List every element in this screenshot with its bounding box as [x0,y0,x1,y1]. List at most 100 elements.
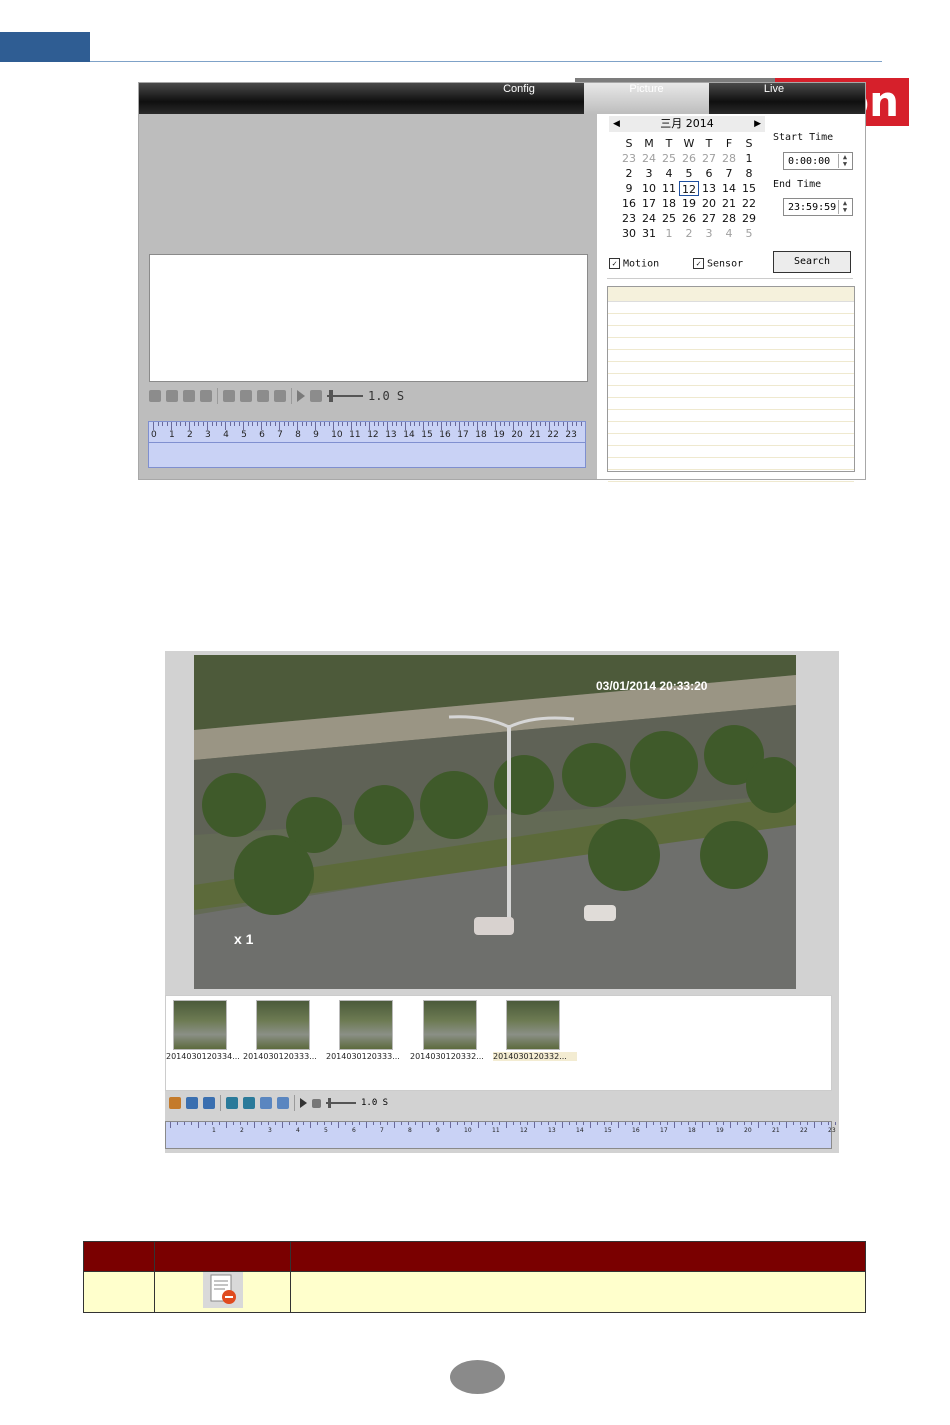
thumbnail[interactable] [256,1000,310,1050]
calendar-day[interactable]: 24 [639,151,659,166]
result-row[interactable] [608,350,854,362]
thumbnail[interactable] [423,1000,477,1050]
zoom-out-icon[interactable] [277,1097,289,1109]
calendar-day[interactable]: 1 [739,151,759,166]
calendar-day[interactable]: 2 [679,226,699,241]
calendar-day[interactable]: 5 [679,166,699,181]
result-row[interactable] [608,434,854,446]
calendar-day[interactable]: 23 [619,211,639,226]
calendar-day[interactable]: 14 [719,181,739,196]
video-frame[interactable]: 03/01/2014 20:33:20 x 1 [194,655,796,989]
zoom-in-icon[interactable] [260,1097,272,1109]
save-icon[interactable] [183,390,195,402]
zoom-in-icon[interactable] [257,390,269,402]
result-row[interactable] [608,446,854,458]
next-month-icon[interactable]: ▶ [754,116,761,132]
calendar-day[interactable]: 22 [739,196,759,211]
start-time-field[interactable]: 0:00:00 ▲ ▼ [783,152,853,170]
delete-icon[interactable] [169,1097,181,1109]
result-row[interactable] [608,374,854,386]
calendar-day[interactable]: 30 [619,226,639,241]
tab-live[interactable]: Live [719,83,829,114]
calendar-day[interactable]: 21 [719,196,739,211]
calendar-day[interactable]: 5 [739,226,759,241]
save-icon[interactable] [186,1097,198,1109]
result-row[interactable] [608,410,854,422]
thumbnail[interactable] [173,1000,227,1050]
calendar-day[interactable]: 11 [659,181,679,196]
copy-icon[interactable] [149,390,161,402]
speed-slider[interactable] [327,390,363,402]
calendar-day[interactable]: 27 [699,211,719,226]
calendar-day[interactable]: 31 [639,226,659,241]
calendar-day[interactable]: 12 [679,181,699,196]
spin-icon[interactable]: ▲ ▼ [838,200,851,214]
play-icon[interactable] [297,390,305,402]
timeline-2[interactable]: 1 2 3 4 5 6 7 8 9 10 11 12 13 14 15 16 17 18 19 20 21 22 23 [165,1121,836,1149]
prev-month-icon[interactable]: ◀ [613,116,620,132]
end-time-field[interactable]: 23:59:59 ▲ ▼ [783,198,853,216]
calendar-day[interactable]: 28 [719,211,739,226]
sensor-checkbox[interactable]: ✓ Sensor [693,258,743,270]
calendar-day[interactable]: 8 [739,166,759,181]
calendar-day[interactable]: 19 [679,196,699,211]
calendar-day[interactable]: 18 [659,196,679,211]
fullscreen-icon[interactable] [223,390,235,402]
fullscreen-icon[interactable] [226,1097,238,1109]
calendar-day[interactable]: 25 [659,211,679,226]
result-row[interactable] [608,386,854,398]
calendar-day[interactable]: 20 [699,196,719,211]
spin-icon[interactable]: ▲ ▼ [838,154,851,168]
stop-icon[interactable] [310,390,322,402]
zoom-out-icon[interactable] [274,390,286,402]
speed-slider[interactable] [326,1098,356,1108]
calendar-day[interactable]: 25 [659,151,679,166]
result-row[interactable] [608,302,854,314]
rotate-icon[interactable] [243,1097,255,1109]
result-row[interactable] [608,338,854,350]
calendar-day[interactable]: 1 [659,226,679,241]
calendar-day[interactable]: 4 [719,226,739,241]
calendar-day[interactable]: 26 [679,151,699,166]
timeline[interactable]: 0 1 2 3 4 5 6 7 8 9 10 11 12 13 14 15 16 17 18 19 20 21 22 23 [148,421,586,468]
calendar-day[interactable]: 28 [719,151,739,166]
calendar-day[interactable]: 27 [699,151,719,166]
result-row[interactable] [608,398,854,410]
result-row[interactable] [608,458,854,470]
calendar-day[interactable]: 13 [699,181,719,196]
calendar-day[interactable]: 3 [699,226,719,241]
result-row[interactable] [608,326,854,338]
calendar-day[interactable]: 2 [619,166,639,181]
checkbox-icon[interactable]: ✓ [693,258,704,269]
calendar-day[interactable]: 4 [659,166,679,181]
save-all-icon[interactable] [200,390,212,402]
calendar-day[interactable]: 17 [639,196,659,211]
calendar-day[interactable]: 26 [679,211,699,226]
calendar-day[interactable]: 24 [639,211,659,226]
calendar-day[interactable]: 7 [719,166,739,181]
motion-checkbox[interactable]: ✓ Motion [609,258,659,270]
result-row[interactable] [608,362,854,374]
result-row[interactable] [608,422,854,434]
thumbnail[interactable] [506,1000,560,1050]
calendar-day[interactable]: 6 [699,166,719,181]
search-button[interactable]: Search [773,251,851,273]
calendar-day[interactable]: 16 [619,196,639,211]
calendar-day[interactable]: 3 [639,166,659,181]
result-row[interactable] [608,314,854,326]
thumbnail[interactable] [339,1000,393,1050]
calendar-day[interactable]: 23 [619,151,639,166]
tab-picture[interactable]: Picture [584,83,709,114]
tab-config[interactable]: Config [464,83,574,114]
result-row[interactable] [608,470,854,482]
rotate-icon[interactable] [240,390,252,402]
checkbox-icon[interactable]: ✓ [609,258,620,269]
calendar-day[interactable]: 9 [619,181,639,196]
calendar-day[interactable]: 10 [639,181,659,196]
paste-icon[interactable] [166,390,178,402]
calendar-day[interactable]: 15 [739,181,759,196]
calendar-day[interactable]: 29 [739,211,759,226]
search-results-list[interactable] [607,286,855,482]
save-all-icon[interactable] [203,1097,215,1109]
play-icon[interactable] [300,1098,307,1108]
